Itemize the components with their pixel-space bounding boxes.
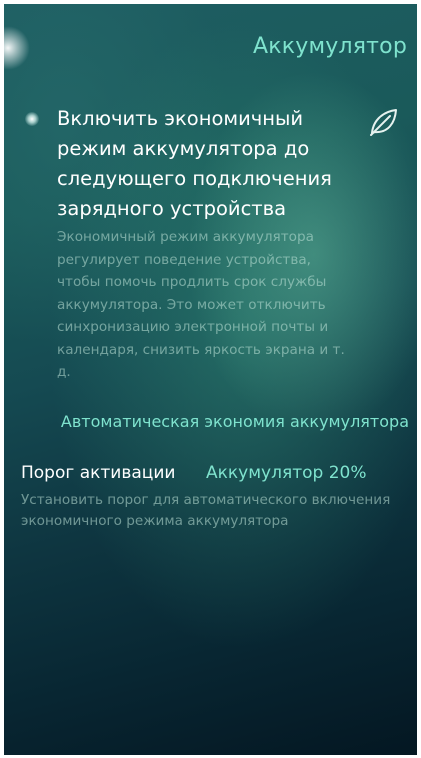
switch-title: Включить экономичный режим аккумулятора … xyxy=(57,107,332,220)
switch-indicator[interactable] xyxy=(25,112,39,126)
pulley-menu-glow-indicator xyxy=(4,26,30,70)
page-title: Аккумулятор xyxy=(253,34,407,59)
power-saving-mode-switch[interactable]: Включить экономичный режим аккумулятора … xyxy=(4,104,417,394)
switch-description: Экономичный режим аккумулятора регулируе… xyxy=(57,229,345,380)
threshold-label: Порог активации xyxy=(21,463,176,483)
activation-threshold-combobox[interactable]: Порог активации Аккумулятор 20% Установи… xyxy=(4,460,417,540)
battery-settings-screen: Аккумулятор Включить экономичный режим а… xyxy=(4,4,417,755)
section-header-auto-saving: Автоматическая экономия аккумулятора xyxy=(60,412,409,431)
threshold-description: Установить порог для автоматического вкл… xyxy=(21,492,391,529)
threshold-value[interactable]: Аккумулятор 20% xyxy=(206,460,367,486)
leaf-icon xyxy=(370,109,397,136)
